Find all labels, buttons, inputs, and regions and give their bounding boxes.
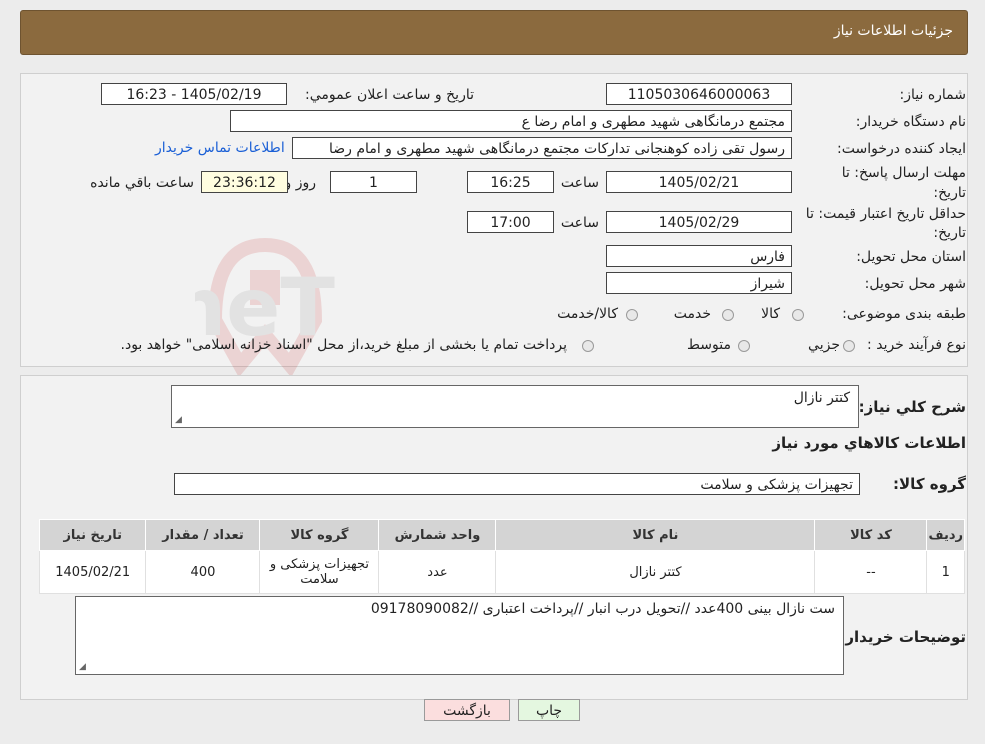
- col-need-date: تاريخ نياز: [38, 519, 147, 551]
- cell-item-code: --: [814, 550, 928, 594]
- delivery-city-label: شهر محل تحويل:: [864, 276, 966, 292]
- required-items-heading: اطلاعات کالاهاي مورد نياز: [772, 434, 966, 452]
- table-row: 1 -- کتتر نازال عدد تجهیزات پزشکی و سلام…: [38, 550, 965, 594]
- buyer-notes-label: توضيحات خريدار:: [839, 628, 966, 646]
- buyer-notes-textarea[interactable]: ست نازال بینی 400عدد //تحویل درب انبار /…: [75, 596, 844, 675]
- col-item-name: نام کالا: [495, 519, 816, 551]
- remaining-time-label: ساعت باقي مانده: [90, 175, 194, 191]
- goods-group-label: گروه کالا:: [893, 475, 966, 493]
- category-radio-service[interactable]: [722, 309, 734, 321]
- general-description-textarea[interactable]: کتتر نازال ◢: [171, 385, 859, 428]
- page-header: جزئیات اطلاعات نیاز: [20, 10, 968, 55]
- announce-datetime-label: تاريخ و ساعت اعلان عمومي:: [305, 87, 474, 103]
- process-option-minor: جزيي: [808, 337, 840, 353]
- category-label: طبقه بندی موضوعی:: [842, 306, 966, 322]
- back-button[interactable]: بازگشت: [424, 699, 510, 721]
- category-radio-goods-service[interactable]: [626, 309, 638, 321]
- cell-row-number: 1: [926, 550, 965, 594]
- category-option-goods: کالا: [761, 306, 780, 322]
- response-deadline-date-field[interactable]: 1405/02/21: [606, 171, 792, 193]
- buyer-org-field[interactable]: مجتمع درمانگاهی شهید مطهری و امام رضا ع: [230, 110, 792, 132]
- price-validity-time-label: ساعت: [560, 215, 599, 231]
- cell-item-name: کتتر نازال: [495, 550, 816, 594]
- purchase-process-label: نوع فرآيند خريد :: [867, 337, 966, 353]
- delivery-province-label: استان محل تحويل:: [856, 249, 966, 265]
- price-validity-label: حداقل تاريخ اعتبار قيمت: تا: [805, 206, 966, 222]
- general-description-label: شرح کلي نياز:: [858, 398, 966, 416]
- category-radio-goods[interactable]: [792, 309, 804, 321]
- need-number-label: شماره نیاز:: [899, 87, 967, 103]
- col-goods-group: گروه کالا: [259, 519, 380, 551]
- need-number-field[interactable]: 1105030646000063: [606, 83, 792, 105]
- process-option-medium: متوسط: [687, 337, 731, 353]
- treasury-payment-checkbox[interactable]: [582, 340, 594, 352]
- price-validity-label-date: تاريخ:: [933, 225, 966, 241]
- requester-field[interactable]: رسول تقی زاده کوهنجانی تدارکات مجتمع درم…: [292, 137, 792, 159]
- col-unit: واحد شمارش: [378, 519, 497, 551]
- items-table-header: رديف کد کالا نام کالا واحد شمارش گروه کا…: [38, 519, 965, 551]
- response-deadline-label-date: تاريخ:: [933, 185, 966, 201]
- process-radio-minor[interactable]: [843, 340, 855, 352]
- category-option-service: خدمت: [673, 306, 711, 322]
- items-table: رديف کد کالا نام کالا واحد شمارش گروه کا…: [38, 519, 965, 594]
- remaining-days-field[interactable]: 1: [330, 171, 417, 193]
- requester-label: ايجاد کننده درخواست:: [837, 141, 966, 157]
- print-button[interactable]: چاپ: [518, 699, 580, 721]
- col-item-code: کد کالا: [814, 519, 928, 551]
- response-deadline-time-field[interactable]: 16:25: [467, 171, 554, 193]
- cell-need-date: 1405/02/21: [38, 550, 147, 594]
- general-description-text: کتتر نازال: [793, 390, 850, 406]
- remaining-time-field[interactable]: 23:36:12: [201, 171, 288, 193]
- treasury-payment-note: پرداخت تمام يا بخشی از مبلغ خريد،از محل …: [120, 337, 567, 353]
- price-validity-time-field[interactable]: 17:00: [467, 211, 554, 233]
- category-option-goods-service: کالا/خدمت: [557, 306, 618, 322]
- cell-goods-group: تجهیزات پزشکی و سلامت: [259, 550, 380, 594]
- process-radio-medium[interactable]: [738, 340, 750, 352]
- announce-datetime-field[interactable]: 1405/02/19 - 16:23: [101, 83, 287, 105]
- col-row-number: رديف: [926, 519, 965, 551]
- col-quantity: تعداد / مقدار: [145, 519, 261, 551]
- buyer-contact-link[interactable]: اطلاعات تماس خريدار: [155, 140, 285, 156]
- buyer-org-label: نام دستگاه خريدار:: [855, 114, 966, 130]
- buyer-notes-text: ست نازال بینی 400عدد //تحویل درب انبار /…: [370, 601, 835, 617]
- resize-grip-icon[interactable]: ◢: [175, 415, 182, 425]
- price-validity-date-field[interactable]: 1405/02/29: [606, 211, 792, 233]
- goods-group-field[interactable]: تجهیزات پزشکی و سلامت: [174, 473, 860, 495]
- delivery-city-field[interactable]: شیراز: [606, 272, 792, 294]
- response-deadline-time-label: ساعت: [560, 175, 599, 191]
- days-and-label: روز و: [284, 175, 317, 191]
- resize-grip-icon[interactable]: ◢: [79, 662, 86, 672]
- cell-quantity: 400: [145, 550, 261, 594]
- delivery-province-field[interactable]: فارس: [606, 245, 792, 267]
- page-title: جزئیات اطلاعات نیاز: [833, 23, 953, 39]
- cell-unit: عدد: [378, 550, 497, 594]
- response-deadline-label: مهلت ارسال پاسخ: تا: [841, 165, 966, 181]
